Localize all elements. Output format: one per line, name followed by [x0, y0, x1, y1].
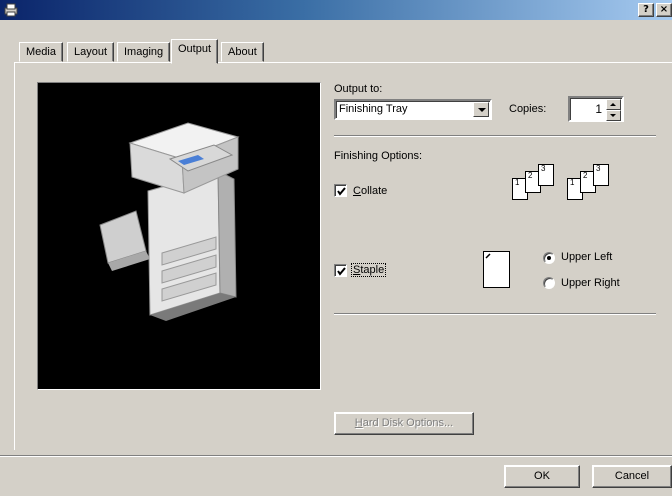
tab-output[interactable]: Output	[171, 39, 219, 64]
collate-pages-icon: 1 2 3	[567, 164, 613, 202]
help-button[interactable]: ?	[638, 3, 654, 17]
ok-button[interactable]: OK	[504, 465, 580, 488]
upper-left-radio[interactable]	[543, 252, 555, 264]
spin-down-icon[interactable]	[606, 110, 621, 121]
spin-up-icon[interactable]	[606, 99, 621, 110]
chevron-down-icon[interactable]	[473, 102, 489, 117]
copies-stepper[interactable]: 1	[568, 96, 624, 122]
divider	[334, 135, 656, 137]
collate-checkbox[interactable]	[334, 184, 347, 197]
footer-divider	[0, 455, 672, 457]
finishing-options-label: Finishing Options:	[334, 150, 423, 162]
hard-disk-options-button[interactable]: Hard Disk Options...	[334, 412, 474, 435]
collate-pages-icon: 1 2 3	[512, 164, 558, 202]
cancel-button[interactable]: Cancel	[592, 465, 672, 488]
output-to-label: Output to:	[334, 83, 383, 95]
copies-label: Copies:	[509, 103, 547, 115]
tab-media[interactable]: Media	[19, 42, 63, 62]
staple-page-icon	[483, 251, 510, 288]
divider	[334, 313, 656, 315]
staple-checkbox[interactable]	[334, 264, 347, 277]
upper-left-label[interactable]: Upper Left	[561, 251, 612, 263]
collate-label[interactable]: Collate	[353, 185, 387, 197]
title-bar	[0, 0, 672, 20]
staple-label[interactable]: Staple	[351, 263, 387, 277]
output-to-select[interactable]: Finishing Tray	[334, 99, 492, 120]
tab-about[interactable]: About	[221, 42, 264, 62]
tab-layout[interactable]: Layout	[67, 42, 115, 62]
printer-app-icon[interactable]	[3, 2, 19, 18]
printer-preview-image	[37, 82, 321, 390]
output-to-value: Finishing Tray	[339, 103, 408, 115]
copies-value: 1	[595, 102, 602, 116]
tab-imaging[interactable]: Imaging	[117, 42, 171, 62]
upper-right-label[interactable]: Upper Right	[561, 277, 620, 289]
upper-right-radio[interactable]	[543, 277, 555, 289]
close-button[interactable]: ×	[656, 3, 672, 17]
